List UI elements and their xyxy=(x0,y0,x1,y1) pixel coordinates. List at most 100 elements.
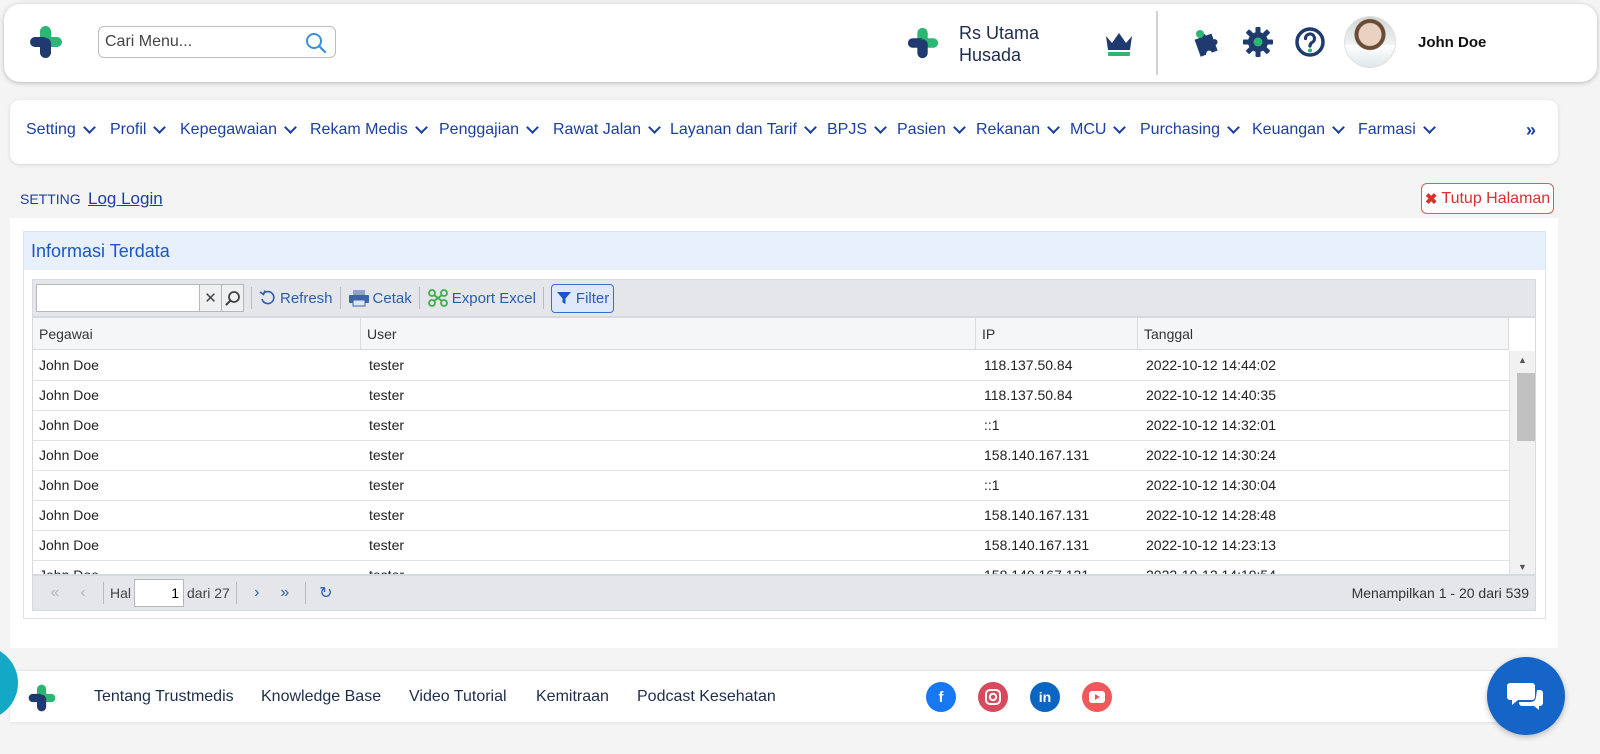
export-excel-button[interactable]: Export Excel xyxy=(427,289,536,307)
crown-icon[interactable] xyxy=(1104,30,1134,58)
menu-item-label: Layanan dan Tarif xyxy=(670,121,797,138)
cell-pegawai: John Doe xyxy=(39,447,99,463)
table-scrollbar[interactable]: ▲ ▼ xyxy=(1509,351,1535,574)
menu-item-label: MCU xyxy=(1070,121,1107,138)
page-total-label: dari 27 xyxy=(187,585,230,601)
menu-item-purchasing[interactable]: Purchasing xyxy=(1140,121,1240,139)
linkedin-icon[interactable]: in xyxy=(1030,682,1060,712)
scroll-down-icon[interactable]: ▼ xyxy=(1518,562,1527,572)
menu-item-farmasi[interactable]: Farmasi xyxy=(1358,121,1436,139)
menu-item-kepegawaian[interactable]: Kepegawaian xyxy=(180,121,297,139)
last-page-icon[interactable]: » xyxy=(271,584,299,602)
next-page-icon[interactable]: › xyxy=(243,584,271,602)
column-header-pegawai[interactable]: Pegawai xyxy=(33,318,361,350)
chevron-down-icon xyxy=(804,121,817,134)
cell-user: tester xyxy=(369,387,405,403)
footer-link-tentang[interactable]: Tentang Trustmedis xyxy=(94,688,234,706)
menu-more-button[interactable]: » xyxy=(1526,120,1536,141)
grid-search-button[interactable] xyxy=(222,284,244,312)
cell-ip: 158.140.167.131 xyxy=(984,447,1090,463)
trustmedis-logo-icon[interactable] xyxy=(28,24,64,60)
toolbar-separator xyxy=(542,287,544,309)
menu-item-label: Rekanan xyxy=(976,121,1041,138)
facebook-icon[interactable]: f xyxy=(926,682,956,712)
menu-item-keuangan[interactable]: Keuangan xyxy=(1252,121,1345,139)
scrollbar-thumb[interactable] xyxy=(1517,373,1535,441)
first-page-icon[interactable]: « xyxy=(41,584,69,602)
breadcrumb-page-link[interactable]: Log Login xyxy=(88,189,163,209)
chevron-down-icon xyxy=(1227,121,1240,134)
column-header-tanggal[interactable]: Tanggal xyxy=(1138,318,1509,350)
trustmedis-logo-icon[interactable] xyxy=(27,683,57,713)
menu-item-rekanan[interactable]: Rekanan xyxy=(976,121,1060,139)
menu-item-rawat-jalan[interactable]: Rawat Jalan xyxy=(553,121,661,139)
menu-item-rekam-medis[interactable]: Rekam Medis xyxy=(310,121,428,139)
menu-item-profil[interactable]: Profil xyxy=(110,121,167,139)
cell-user: tester xyxy=(369,357,405,373)
print-button[interactable]: Cetak xyxy=(348,289,412,307)
footer-link-knowledge-base[interactable]: Knowledge Base xyxy=(261,688,381,706)
menu-item-label: Kepegawaian xyxy=(180,121,277,138)
breadcrumb-section: SETTING xyxy=(20,191,81,207)
menu-search-box[interactable] xyxy=(98,26,336,58)
pager-separator xyxy=(304,582,306,604)
hospital-name-line2: Husada xyxy=(959,45,1022,65)
gear-icon[interactable] xyxy=(1242,26,1274,58)
youtube-icon[interactable] xyxy=(1082,682,1112,712)
table-row[interactable]: John Doe tester 118.137.50.84 2022-10-12… xyxy=(33,381,1509,411)
table-row[interactable]: John Doe tester 158.140.167.131 2022-10-… xyxy=(33,531,1509,561)
toolbar-separator xyxy=(418,287,420,309)
search-icon[interactable] xyxy=(305,32,327,54)
footer-link-kemitraan[interactable]: Kemitraan xyxy=(536,688,609,706)
chat-button[interactable] xyxy=(1487,657,1565,735)
refresh-button[interactable]: Refresh xyxy=(259,289,333,307)
table-row[interactable]: John Doe tester ::1 2022-10-12 14:30:04 xyxy=(33,471,1509,501)
table-row[interactable]: John Doe tester ::1 2022-10-12 14:32:01 xyxy=(33,411,1509,441)
clear-search-button[interactable]: ✕ xyxy=(200,284,222,312)
cell-ip: 158.140.167.131 xyxy=(984,537,1090,553)
table-row[interactable]: John Doe tester 158.140.167.131 2022-10-… xyxy=(33,501,1509,531)
table-row[interactable]: John Doe tester 158.140.167.131 2022-10-… xyxy=(33,561,1509,575)
reload-icon[interactable]: ↻ xyxy=(312,583,340,603)
clear-icon: ✕ xyxy=(204,290,217,307)
column-header-ip[interactable]: IP xyxy=(976,318,1138,350)
page-number-input[interactable] xyxy=(134,579,185,607)
prev-page-icon[interactable]: ‹ xyxy=(69,584,97,602)
cell-tanggal: 2022-10-12 14:28:48 xyxy=(1146,507,1276,523)
menu-item-layanan-dan-tarif[interactable]: Layanan dan Tarif xyxy=(670,121,817,139)
menu-item-label: Setting xyxy=(26,121,76,138)
table-row[interactable]: John Doe tester 118.137.50.84 2022-10-12… xyxy=(33,351,1509,381)
cell-ip: 158.140.167.131 xyxy=(984,567,1090,575)
help-icon[interactable] xyxy=(1294,26,1326,58)
filter-button[interactable]: Filter xyxy=(550,283,615,313)
cell-tanggal: 2022-10-12 14:44:02 xyxy=(1146,357,1276,373)
record-count-info: Menampilkan 1 - 20 dari 539 xyxy=(1351,585,1529,601)
cell-user: tester xyxy=(369,477,405,493)
menu-item-pasien[interactable]: Pasien xyxy=(897,121,966,139)
grid-search-input[interactable] xyxy=(36,284,200,312)
instagram-icon[interactable] xyxy=(978,682,1008,712)
printer-icon xyxy=(348,290,369,307)
footer-link-podcast[interactable]: Podcast Kesehatan xyxy=(637,688,776,706)
chevron-down-icon xyxy=(1113,121,1127,134)
table-row[interactable]: John Doe tester 158.140.167.131 2022-10-… xyxy=(33,441,1509,471)
footer: Tentang Trustmedis Knowledge Base Video … xyxy=(10,670,1558,722)
menu-item-mcu[interactable]: MCU xyxy=(1070,121,1127,139)
cell-pegawai: John Doe xyxy=(39,537,99,553)
print-label: Cetak xyxy=(372,289,412,307)
menu-search-input[interactable] xyxy=(99,27,299,57)
user-avatar[interactable] xyxy=(1344,16,1396,68)
grid-toolbar: ✕ Refresh Cetak Export Excel Filter xyxy=(32,279,1536,317)
close-page-button[interactable]: ✖ Tutup Halaman xyxy=(1421,183,1554,214)
column-header-user[interactable]: User xyxy=(361,318,976,350)
footer-link-video-tutorial[interactable]: Video Tutorial xyxy=(409,688,507,706)
menu-item-setting[interactable]: Setting xyxy=(26,121,96,139)
menu-item-penggajian[interactable]: Penggajian xyxy=(439,121,539,139)
cell-ip: ::1 xyxy=(984,417,1000,433)
scroll-up-icon[interactable]: ▲ xyxy=(1518,355,1527,365)
menu-item-bpjs[interactable]: BPJS xyxy=(827,121,887,139)
menu-item-label: Rekam Medis xyxy=(310,121,408,138)
export-excel-label: Export Excel xyxy=(451,289,536,307)
puzzle-icon[interactable] xyxy=(1190,26,1222,58)
user-name[interactable]: John Doe xyxy=(1418,34,1486,51)
